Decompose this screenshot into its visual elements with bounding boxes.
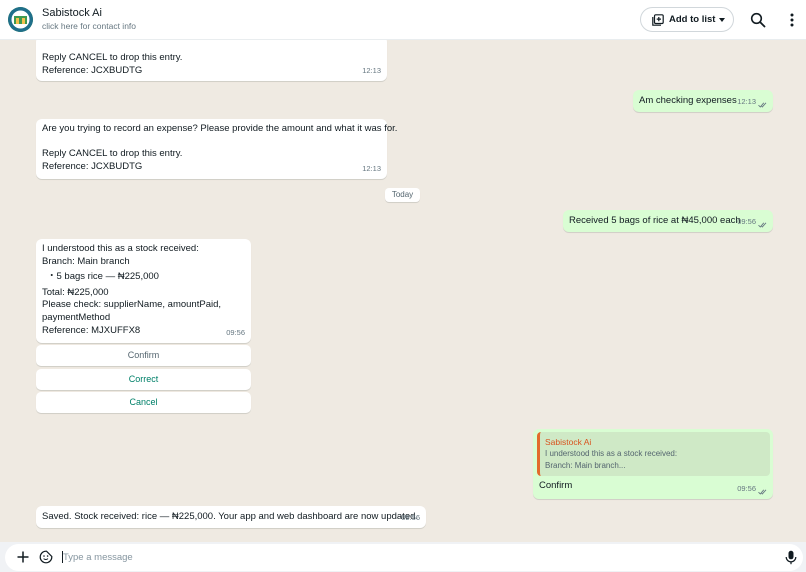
message-line: ・5 bags rice — ₦225,000 [47, 271, 159, 283]
composer: Type a message [5, 544, 803, 571]
message-incoming[interactable]: Reply CANCEL to drop this entry. Referen… [36, 40, 387, 81]
contact-name[interactable]: Sabistock Ai [42, 7, 102, 19]
quick-reply-cancel-button[interactable]: Cancel [36, 392, 251, 413]
message-time: 09:56 [226, 328, 245, 338]
more-vert-icon[interactable] [784, 12, 800, 28]
message-line [42, 136, 381, 149]
read-receipt-icon [758, 100, 767, 108]
message-line: Saved. Stock received: rice — ₦225,000. … [42, 511, 419, 522]
message-time: 09:56 [737, 216, 767, 229]
add-list-icon [652, 14, 664, 26]
search-icon[interactable] [750, 12, 766, 28]
quoted-text: Branch: Main branch... [545, 461, 626, 470]
message-line: Reference: JCXBUDTG [42, 64, 143, 76]
date-divider: Today [385, 188, 420, 202]
read-receipt-icon [758, 220, 767, 228]
message-line: Reference: JCXBUDTG [42, 160, 143, 172]
message-line: Total: ₦225,000 [42, 286, 109, 298]
add-to-list-label: Add to list [669, 14, 716, 25]
message-line: I understood this as a stock received: [42, 243, 199, 254]
message-line: Reference: MJXUFFX8 [42, 324, 141, 336]
message-line: Please check: supplierName, amountPaid, [42, 299, 222, 311]
contact-info-link[interactable]: click here for contact info [42, 21, 136, 31]
message-time: 09:56 [737, 483, 767, 496]
chat-area[interactable]: Reply CANCEL to drop this entry. Referen… [0, 40, 806, 542]
message-line: Branch: Main branch [42, 255, 130, 267]
composer-bar: Type a message [0, 542, 806, 572]
message-input[interactable]: Type a message [63, 552, 133, 563]
message-outgoing[interactable]: Am checking expenses 12:13 [633, 90, 773, 112]
quick-reply-correct-button[interactable]: Correct [36, 369, 251, 390]
message-time: 09:56 [401, 513, 420, 523]
message-line: paymentMethod [42, 311, 111, 323]
message-incoming[interactable]: Saved. Stock received: rice — ₦225,000. … [36, 506, 426, 528]
message-line: Reply CANCEL to drop this entry. [42, 52, 183, 63]
message-time: 12:13 [362, 66, 381, 76]
message-incoming[interactable]: I understood this as a stock received: B… [36, 239, 251, 343]
microphone-icon[interactable] [785, 550, 797, 565]
message-time: 12:13 [362, 164, 381, 174]
read-receipt-icon [758, 487, 767, 495]
chevron-down-icon [719, 18, 725, 22]
sticker-icon[interactable] [39, 550, 53, 564]
avatar[interactable] [8, 7, 33, 32]
add-to-list-button[interactable]: Add to list [640, 7, 734, 32]
chat-header: Sabistock Ai click here for contact info… [0, 0, 806, 40]
quick-reply-confirm-button[interactable]: Confirm [36, 345, 251, 366]
message-line: Confirm [539, 480, 573, 491]
message-incoming[interactable]: Are you trying to record an expense? Ple… [36, 119, 398, 179]
message-line: Reply CANCEL to drop this entry. [42, 148, 183, 160]
message-outgoing[interactable]: Received 5 bags of rice at ₦45,000 each … [563, 210, 773, 232]
quoted-message[interactable]: Sabistock Ai I understood this as a stoc… [537, 432, 770, 476]
quoted-text: I understood this as a stock received: [545, 449, 678, 458]
message-line: Are you trying to record an expense? Ple… [42, 123, 398, 134]
attach-plus-icon[interactable] [16, 550, 30, 564]
message-time: 12:13 [737, 96, 767, 109]
quoted-sender: Sabistock Ai [545, 437, 592, 447]
